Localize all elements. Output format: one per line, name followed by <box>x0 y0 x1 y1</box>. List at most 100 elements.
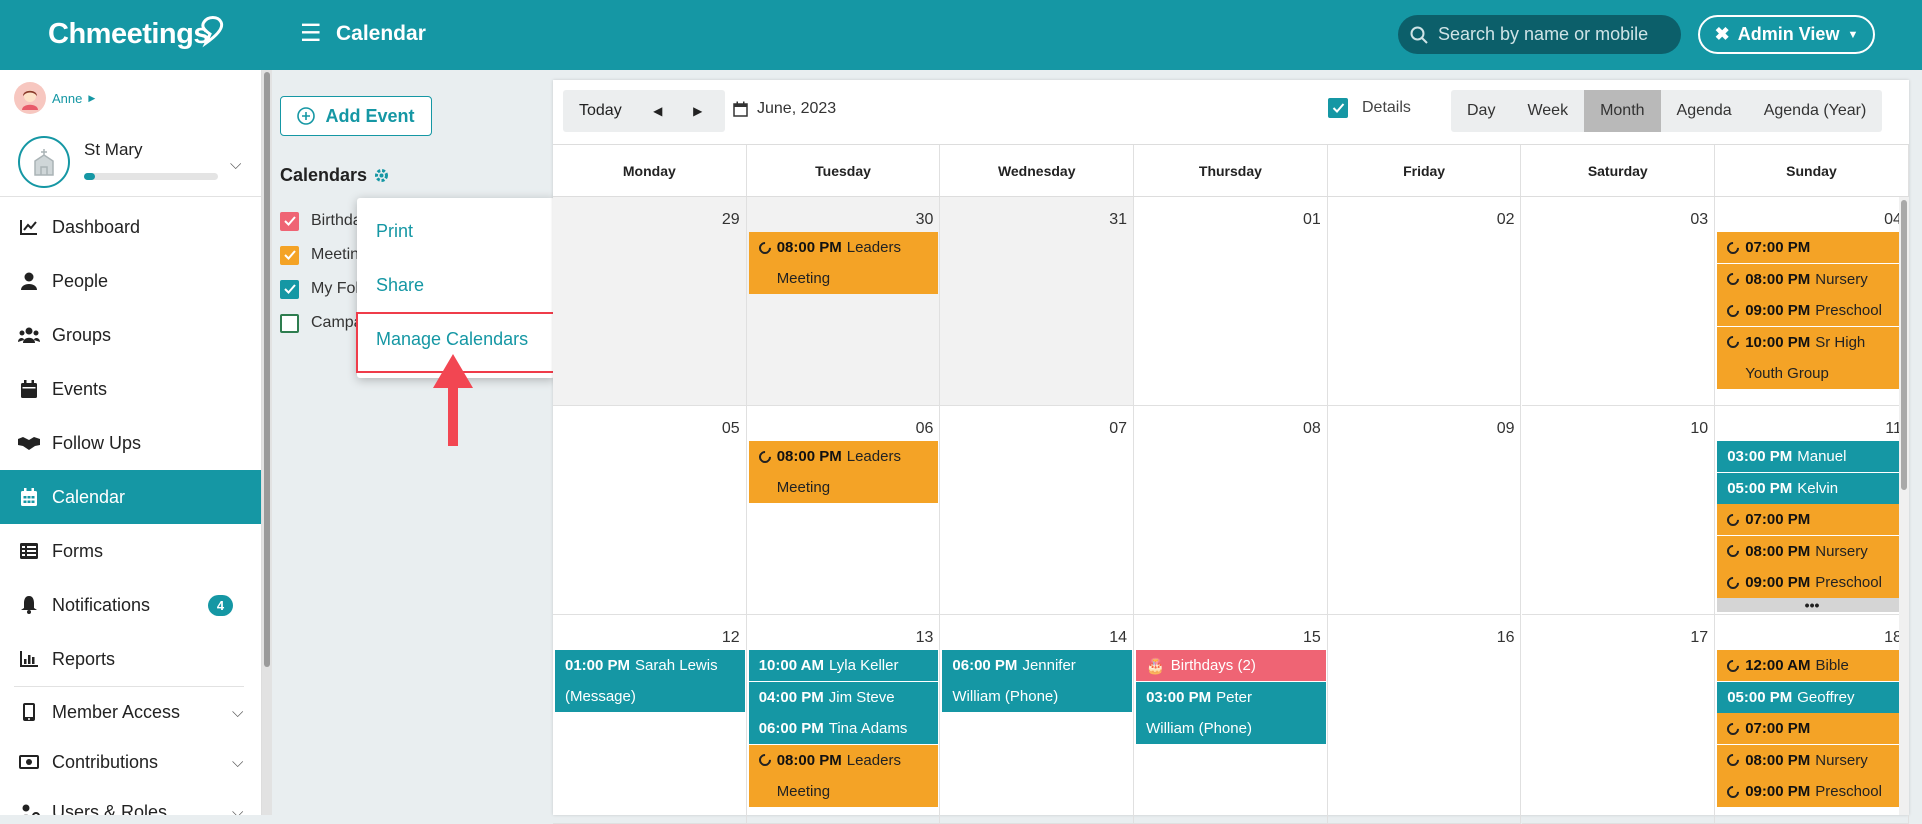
calendar-event[interactable]: 08:00 PM Leaders Meeting <box>748 441 939 503</box>
event-time: 03:00 PM <box>1146 688 1212 706</box>
sidebar-item-notifications[interactable]: Notifications 4 <box>0 578 261 632</box>
day-cell[interactable]: 08 <box>1134 406 1328 615</box>
view-agenda[interactable]: Agenda <box>1661 90 1748 132</box>
sidebar-item-forms[interactable]: Forms <box>0 524 261 578</box>
event-time: 07:00 PM <box>1745 511 1811 528</box>
sidebar-item-calendar[interactable]: Calendar <box>0 470 261 524</box>
sidebar-item-users-roles[interactable]: Users & Roles ⌵ <box>0 787 261 815</box>
day-cell[interactable]: 02 <box>1327 197 1522 406</box>
calendar-event[interactable]: 07:00 PM <box>1717 713 1907 744</box>
view-day[interactable]: Day <box>1451 90 1511 132</box>
day-number: 16 <box>1496 629 1515 646</box>
day-cell[interactable]: 01 <box>1134 197 1328 406</box>
admin-view-button[interactable]: ✖ Admin View ▼ <box>1698 15 1875 54</box>
event-title: Geoffrey <box>1797 688 1855 706</box>
prev-button[interactable]: ◀ <box>638 90 678 132</box>
sidebar-item-contributions[interactable]: Contributions ⌵ <box>0 737 261 787</box>
event-time: 08:00 PM <box>1745 270 1811 288</box>
calendar-event[interactable]: 05:00 PM Kelvin <box>1717 472 1907 504</box>
user-menu[interactable]: Anne ▶ <box>14 82 95 114</box>
calendar-event[interactable]: 10:00 PM Sr High Youth Group <box>1717 326 1907 389</box>
nav-button-group: Today ◀ ▶ <box>563 90 725 132</box>
day-cell[interactable]: 16 <box>1327 615 1522 824</box>
day-cell[interactable]: 05 <box>553 406 747 615</box>
day-cell[interactable]: 17 <box>1521 615 1716 824</box>
view-month[interactable]: Month <box>1584 90 1661 132</box>
day-cell[interactable]: 12 <box>553 615 747 824</box>
view-week[interactable]: Week <box>1511 90 1584 132</box>
more-events-button[interactable]: ••• <box>1717 597 1907 612</box>
checkbox-checked-icon[interactable] <box>280 279 299 299</box>
calendar-event[interactable]: 04:00 PM Jim Steve <box>748 681 939 713</box>
recurring-icon <box>756 239 774 256</box>
calendar-event[interactable]: 08:00 PM Leaders Meeting <box>748 232 939 294</box>
details-toggle[interactable]: Details <box>1328 98 1411 118</box>
add-event-button[interactable]: Add Event <box>280 96 432 136</box>
day-cell[interactable]: 09 <box>1327 406 1522 615</box>
recurring-icon <box>1724 783 1742 800</box>
calendar-scrollbar-thumb[interactable] <box>1901 200 1907 490</box>
gear-icon[interactable] <box>373 167 390 184</box>
sidebar-item-dashboard[interactable]: Dashboard <box>0 200 261 254</box>
calendar-event[interactable]: 01:00 PM Sarah Lewis (Message) <box>555 650 745 712</box>
day-cell[interactable]: 29 <box>553 197 747 406</box>
day-cell[interactable]: 30 <box>746 197 941 406</box>
search-input[interactable]: Search by name or mobile <box>1398 15 1681 54</box>
sidebar-item-follow-ups[interactable]: Follow Ups <box>0 416 261 470</box>
sidebar-item-groups[interactable]: Groups <box>0 308 261 362</box>
sidebar-item-member-access[interactable]: Member Access ⌵ <box>0 687 261 737</box>
app-logo[interactable]: Chmeetings <box>48 18 209 51</box>
day-cell[interactable]: 06 <box>746 406 941 615</box>
day-cell[interactable]: 10 <box>1521 406 1716 615</box>
checkbox-checked-icon[interactable] <box>280 211 299 231</box>
menu-item-print[interactable]: Print <box>357 204 555 258</box>
calendar-event[interactable]: 06:00 PM Jennifer William (Phone) <box>942 650 1133 712</box>
calendar-event[interactable]: 07:00 PM <box>1717 504 1907 535</box>
event-title: Leaders <box>846 448 901 465</box>
next-button[interactable]: ▶ <box>678 90 718 132</box>
menu-item-share[interactable]: Share <box>357 258 555 312</box>
calendar-event[interactable]: 09:00 PM Preschool <box>1717 567 1907 598</box>
day-cell[interactable]: 31 <box>940 197 1135 406</box>
users-cog-icon <box>18 804 40 815</box>
day-cell[interactable]: 14 <box>940 615 1135 824</box>
calendar-event[interactable]: 09:00 PM Preschool <box>1717 295 1907 326</box>
view-agenda-year[interactable]: Agenda (Year) <box>1748 90 1883 132</box>
calendar-event[interactable]: 08:00 PM Leaders Meeting <box>748 744 939 807</box>
day-cell[interactable]: 03 <box>1521 197 1716 406</box>
sidebar-item-label: Forms <box>52 540 103 561</box>
calendar-event[interactable]: 08:00 PM Nursery <box>1717 744 1907 776</box>
calendar-event[interactable]: 12:00 AM Bible <box>1717 650 1907 681</box>
calendar-event[interactable]: 08:00 PM Nursery <box>1717 263 1907 295</box>
menu-toggle-icon[interactable]: ☰ <box>300 22 322 46</box>
calendar-event[interactable]: 09:00 PM Preschool <box>1717 776 1907 807</box>
checkbox-checked-icon[interactable] <box>1328 98 1348 118</box>
checkbox-unchecked-icon[interactable] <box>280 313 299 333</box>
weekday-label: Tuesday <box>747 145 941 196</box>
chevron-down-icon[interactable]: ⌵ <box>230 156 241 173</box>
top-bar: Chmeetings ☰ Calendar Search by name or … <box>0 0 1922 70</box>
sidebar-item-label: Member Access <box>52 701 181 722</box>
sidebar-item-events[interactable]: Events <box>0 362 261 416</box>
sidebar: Anne ▶ St Mary ⌵ Dashboard People Groups… <box>0 70 262 815</box>
calendar-event[interactable]: 03:00 PM Peter William (Phone) <box>1136 681 1326 744</box>
sidebar-item-people[interactable]: People <box>0 254 261 308</box>
date-picker[interactable]: June, 2023 <box>733 100 836 118</box>
sidebar-scrollbar-thumb[interactable] <box>264 72 270 667</box>
calendar-event[interactable]: 08:00 PM Nursery <box>1717 535 1907 567</box>
calendar-event[interactable]: 10:00 AM Lyla Keller <box>748 650 939 681</box>
calendar-event[interactable]: 07:00 PM <box>1717 232 1907 263</box>
today-button[interactable]: Today <box>563 90 638 132</box>
sidebar-item-label: Events <box>52 378 108 399</box>
calendar-event[interactable]: 06:00 PM Tina Adams <box>748 713 939 744</box>
checkbox-checked-icon[interactable] <box>280 245 299 265</box>
birthdays-event[interactable]: 🎂 Birthdays (2) <box>1136 650 1326 681</box>
day-cell[interactable]: 07 <box>940 406 1135 615</box>
event-time: 08:00 PM <box>1745 751 1811 769</box>
church-logo[interactable] <box>18 136 70 188</box>
mobile-icon <box>18 703 40 721</box>
calendar-event[interactable]: 03:00 PM Manuel <box>1717 441 1907 472</box>
sidebar-item-reports[interactable]: Reports <box>0 632 261 686</box>
sidebar-item-label: Contributions <box>52 751 159 772</box>
calendar-event[interactable]: 05:00 PM Geoffrey <box>1717 681 1907 713</box>
